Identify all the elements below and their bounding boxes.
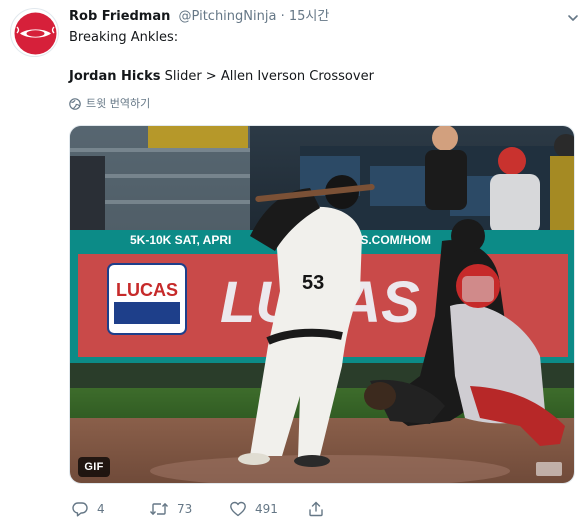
author-name[interactable]: Rob Friedman <box>69 9 170 24</box>
globe-icon <box>69 98 81 110</box>
retweet-icon <box>149 503 169 515</box>
translate-tweet-link[interactable]: 트윗 번역하기 <box>69 96 150 112</box>
banner-text-left: 5K-10K SAT, APRI <box>130 233 231 247</box>
media-gif[interactable]: 5K-10K SAT, APRI TES.COM/HOM LUCAS LUCAS <box>69 125 575 484</box>
tweet-header: Rob Friedman @PitchingNinja · 15시간 <box>69 8 329 26</box>
translate-label: 트윗 번역하기 <box>86 97 151 110</box>
retweet-count: 73 <box>177 502 193 516</box>
share-icon <box>309 501 323 517</box>
heart-icon <box>230 501 246 517</box>
tweet-text-line-1: Breaking Ankles: <box>69 30 179 45</box>
reply-count: 4 <box>97 502 105 516</box>
chevron-down-icon[interactable] <box>566 10 580 24</box>
baseball-gif-frame: 5K-10K SAT, APRI TES.COM/HOM LUCAS LUCAS <box>70 126 574 483</box>
jersey-number: 53 <box>302 272 324 294</box>
tweet-actions: 4 73 491 <box>69 498 369 520</box>
share-button[interactable] <box>307 498 325 520</box>
retweet-button[interactable]: 73 <box>149 498 192 520</box>
author-handle[interactable]: @PitchingNinja <box>179 9 277 24</box>
tweet-timestamp[interactable]: 15시간 <box>289 9 329 24</box>
gif-badge: GIF <box>78 457 110 477</box>
tweet: Rob Friedman @PitchingNinja · 15시간 Break… <box>0 0 587 522</box>
sponsor-logo-text: LUCAS <box>116 280 178 300</box>
author-avatar[interactable] <box>10 8 59 57</box>
header-separator: · <box>280 9 285 24</box>
reply-button[interactable]: 4 <box>71 498 105 520</box>
tweet-text-bold: Jordan Hicks <box>69 69 161 84</box>
like-button[interactable]: 491 <box>229 498 278 520</box>
tweet-text-rest: Slider > Allen Iverson Crossover <box>160 69 374 84</box>
like-count: 491 <box>255 502 278 516</box>
ninja-baseball-avatar-icon <box>14 12 57 55</box>
reply-icon <box>72 502 88 517</box>
tweet-text-line-2: Jordan Hicks Slider > Allen Iverson Cros… <box>69 68 374 86</box>
